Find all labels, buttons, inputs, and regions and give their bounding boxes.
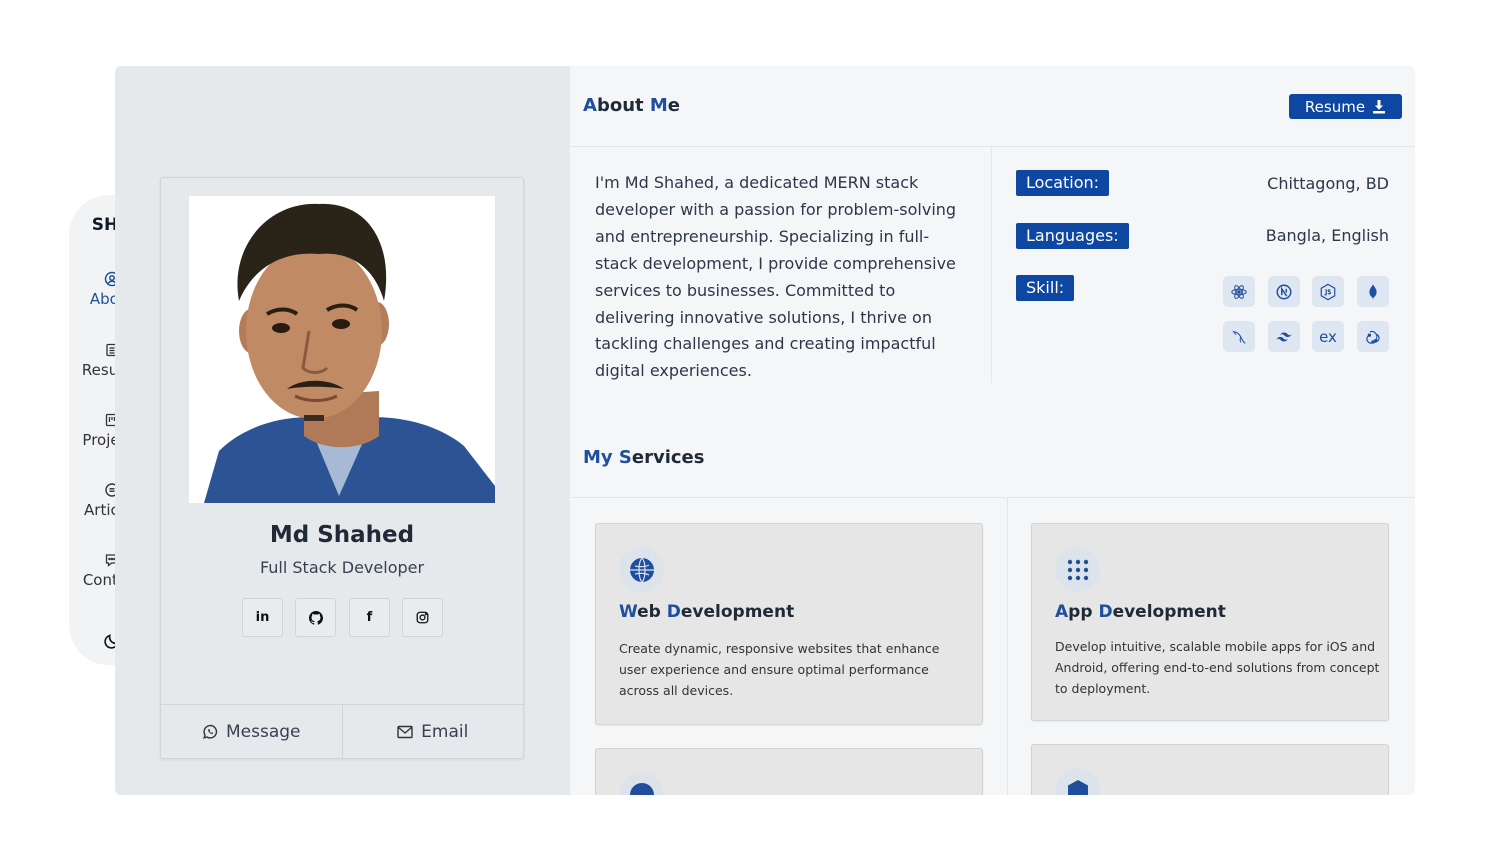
github-link[interactable] — [295, 598, 336, 637]
message-button[interactable]: Message — [161, 705, 342, 758]
skill-redux — [1357, 321, 1389, 352]
languages-value: Bangla, English — [1265, 226, 1389, 245]
whatsapp-icon — [203, 724, 218, 739]
contact-actions: Message Email — [161, 704, 523, 758]
about-title: About Me — [583, 95, 681, 116]
skill-react — [1223, 276, 1255, 307]
react-icon — [1231, 284, 1247, 299]
skill-mysql — [1223, 321, 1255, 352]
service-card-app[interactable]: App Development Develop intuitive, scala… — [1031, 523, 1389, 721]
grid-icon — [1055, 547, 1100, 592]
instagram-icon — [416, 611, 429, 624]
divider — [570, 146, 1415, 147]
skill-mongodb — [1357, 276, 1389, 307]
cube-icon — [1055, 768, 1100, 795]
email-label: Email — [421, 721, 469, 742]
nodejs-icon — [1320, 283, 1336, 300]
facebook-link[interactable]: f — [349, 598, 390, 637]
redux-icon — [1366, 330, 1380, 344]
service-card-partial[interactable] — [595, 748, 983, 795]
profile-role: Full Stack Developer — [259, 558, 425, 577]
service-desc-app: Develop intuitive, scalable mobile apps … — [1055, 639, 1380, 696]
profile-panel: Md Shahed Full Stack Developer in f Mess… — [115, 66, 570, 795]
service-title-app: App Development — [1055, 602, 1226, 622]
github-icon — [308, 610, 323, 625]
profile-name: Md Shahed — [269, 522, 415, 548]
skill-nextjs — [1268, 276, 1300, 307]
service-title-web: Web Development — [619, 602, 795, 622]
tailwind-icon — [1276, 332, 1292, 341]
location-badge: Location: — [1016, 170, 1110, 196]
divider — [570, 497, 1415, 498]
skill-badge: Skill: — [1016, 275, 1075, 301]
download-icon — [1373, 99, 1386, 113]
main-content: About Me Resume I'm Md Shahed, a dedicat… — [570, 66, 1415, 795]
facebook-icon: f — [366, 610, 373, 625]
resume-download-button[interactable]: Resume — [1289, 94, 1402, 119]
instagram-link[interactable] — [402, 598, 443, 637]
profile-card: Md Shahed Full Stack Developer in f Mess… — [160, 177, 524, 759]
services-title: My Services — [583, 447, 705, 468]
bio-text: I'm Md Shahed, a dedicated MERN stack de… — [595, 173, 957, 381]
profile-photo — [189, 196, 495, 503]
resume-label: Resume — [1304, 97, 1366, 116]
mongodb-icon — [1369, 283, 1377, 300]
email-button[interactable]: Email — [341, 705, 524, 758]
express-icon: ex — [1319, 327, 1337, 346]
service-card-partial[interactable] — [1031, 744, 1389, 795]
skill-express: ex — [1312, 321, 1344, 352]
divider-vertical — [991, 147, 992, 383]
location-value: Chittagong, BD — [1267, 174, 1389, 193]
mail-icon — [397, 725, 413, 738]
linkedin-icon: in — [255, 610, 270, 625]
message-label: Message — [225, 721, 301, 742]
mysql-icon — [1232, 330, 1246, 344]
service-desc-web: Create dynamic, responsive websites that… — [619, 641, 940, 698]
languages-badge: Languages: — [1016, 223, 1129, 249]
globe-icon — [619, 547, 664, 592]
service-card-web[interactable]: Web Development Create dynamic, responsi… — [595, 523, 983, 725]
linkedin-link[interactable]: in — [242, 598, 283, 637]
service-icon — [619, 772, 664, 795]
divider-vertical — [1007, 498, 1008, 795]
skill-tailwind — [1268, 321, 1300, 352]
nextjs-icon — [1276, 284, 1292, 299]
skill-nodejs — [1312, 276, 1344, 307]
